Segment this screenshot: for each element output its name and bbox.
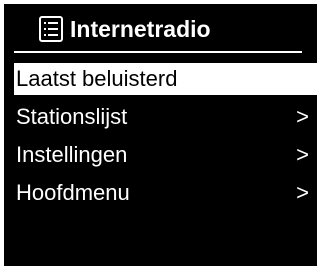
menu-item-label: Stationslijst — [16, 104, 128, 129]
menu-item-label: Hoofdmenu — [16, 180, 130, 205]
header-divider — [14, 51, 302, 53]
menu-item-laatst-beluisterd[interactable]: Laatst beluisterd — [14, 63, 317, 95]
menu-item-label: Laatst beluisterd — [16, 66, 178, 91]
menu-item-instellingen[interactable]: Instellingen > — [4, 139, 317, 171]
chevron-right-icon: > — [296, 104, 309, 129]
radio-display: Internetradio Laatst beluisterd Stations… — [4, 4, 317, 266]
header-bar: Internetradio — [4, 4, 317, 53]
menu-item-stationslijst[interactable]: Stationslijst > — [4, 101, 317, 133]
chevron-right-icon: > — [296, 180, 309, 205]
menu-item-label: Instellingen — [16, 142, 128, 167]
page-title: Internetradio — [70, 16, 211, 42]
menu-list-icon — [39, 16, 63, 42]
menu-list: Laatst beluisterd Stationslijst > Instel… — [4, 63, 317, 215]
chevron-right-icon: > — [296, 142, 309, 167]
menu-item-hoofdmenu[interactable]: Hoofdmenu > — [4, 177, 317, 209]
